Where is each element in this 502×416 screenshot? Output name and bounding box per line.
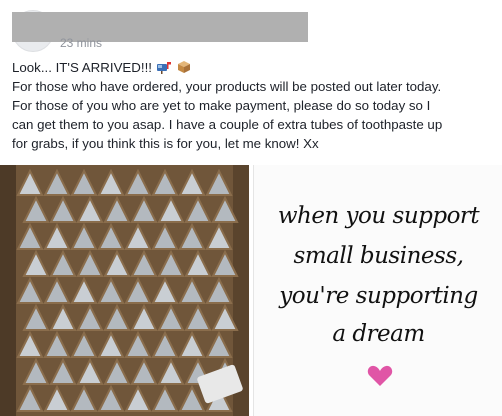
post-text-line-1: Look... IT'S ARRIVED!!!	[12, 60, 152, 75]
quote-line-3: you're supporting	[279, 283, 478, 309]
quote-line-2: small business,	[293, 243, 464, 269]
redacted-author-name	[12, 12, 308, 42]
post-text: Look... IT'S ARRIVED!!! For those who ha…	[12, 58, 494, 153]
photo-grid: when you support small business, you're …	[0, 165, 502, 416]
quote-line-1: when you support	[277, 203, 480, 229]
facebook-post: 23 mins Look... IT'S ARRIVED!!! For thos…	[0, 0, 502, 416]
photo-quote-card[interactable]: when you support small business, you're …	[253, 165, 502, 416]
mailbox-icon	[157, 62, 171, 74]
toothpaste-box-image	[0, 165, 249, 416]
post-timestamp[interactable]: 23 mins	[60, 36, 102, 50]
photo-box-of-toothpaste-tubes[interactable]	[0, 165, 249, 416]
post-text-body: For those who have ordered, your product…	[12, 79, 443, 151]
heart-icon	[367, 365, 393, 386]
quote-line-4: a dream	[332, 321, 425, 347]
package-icon	[178, 61, 190, 73]
